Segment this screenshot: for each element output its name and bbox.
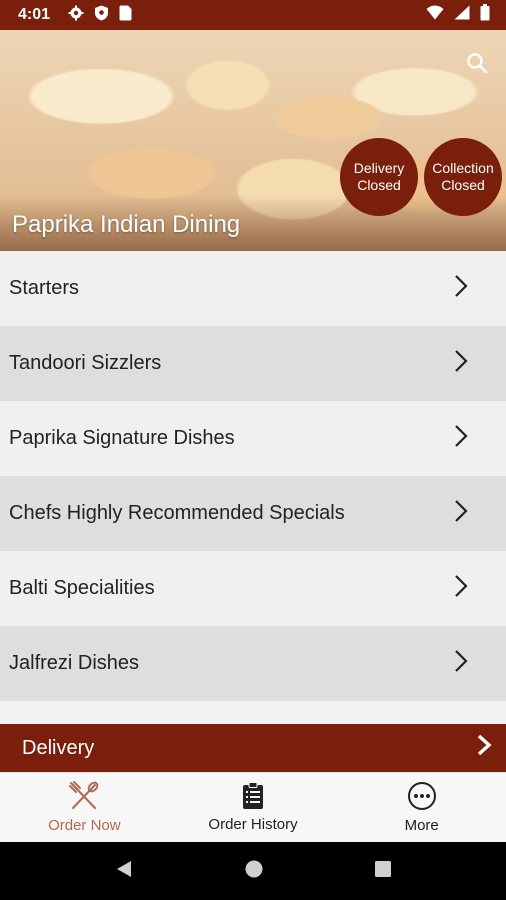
status-icons-left <box>68 5 132 26</box>
menu-category-signature-dishes[interactable]: Paprika Signature Dishes <box>0 401 506 476</box>
menu-category-label: Tandoori Sizzlers <box>9 352 162 374</box>
more-dots-icon <box>407 781 437 815</box>
chevron-right-icon <box>454 274 468 304</box>
badge-line: Collection <box>432 160 494 176</box>
status-bar: 4:01 <box>0 0 506 30</box>
delivery-mode-bar[interactable]: Delivery <box>0 724 506 772</box>
bottom-nav: Order Now Order History More <box>0 772 506 842</box>
menu-category-balti-specialities[interactable]: Balti Specialities <box>0 551 506 626</box>
back-icon[interactable] <box>114 859 134 884</box>
sim-card-icon <box>119 5 132 26</box>
status-icons-right <box>426 4 490 26</box>
badge-line: Delivery <box>353 160 405 176</box>
hero-banner: Paprika Indian Dining <box>0 30 506 251</box>
fork-knife-icon <box>69 781 99 815</box>
status-time: 4:01 <box>18 6 51 23</box>
menu-category-label: Paprika Signature Dishes <box>9 427 235 449</box>
menu-category-label: Starters <box>9 277 80 299</box>
badge-line: Closed <box>441 177 485 193</box>
nav-label: Order Now <box>48 817 121 834</box>
chevron-right-icon <box>454 424 468 454</box>
menu-category-list: Starters Tandoori Sizzlers Paprika Signa… <box>0 251 506 701</box>
collection-status-badge: Collection Closed <box>424 138 502 216</box>
restaurant-name: Paprika Indian Dining <box>12 211 241 238</box>
nav-order-history[interactable]: Order History <box>169 773 338 842</box>
home-icon[interactable] <box>244 859 264 884</box>
chevron-right-icon <box>476 733 492 763</box>
menu-category-label: Chefs Highly Recommended Specials <box>9 502 345 524</box>
delivery-status-badge: Delivery Closed <box>340 138 418 216</box>
gear-icon <box>68 5 84 26</box>
chevron-right-icon <box>454 649 468 679</box>
nav-label: Order History <box>208 816 298 833</box>
signal-icon <box>454 5 470 25</box>
nav-more[interactable]: More <box>337 773 506 842</box>
chevron-right-icon <box>454 349 468 379</box>
menu-category-tandoori-sizzlers[interactable]: Tandoori Sizzlers <box>0 326 506 401</box>
menu-category-label: Balti Specialities <box>9 577 155 599</box>
menu-category-label: Jalfrezi Dishes <box>9 652 140 674</box>
search-icon[interactable] <box>466 52 488 79</box>
menu-category-starters[interactable]: Starters <box>0 251 506 326</box>
clipboard-icon <box>242 782 264 814</box>
nav-label: More <box>404 817 439 834</box>
badge-line: Closed <box>357 177 401 193</box>
recents-icon[interactable] <box>374 860 392 883</box>
chevron-right-icon <box>454 499 468 529</box>
battery-icon <box>480 4 490 26</box>
wifi-icon <box>426 5 444 25</box>
delivery-mode-label: Delivery <box>22 736 95 759</box>
menu-category-jalfrezi-dishes[interactable]: Jalfrezi Dishes <box>0 626 506 701</box>
shield-icon <box>94 5 109 26</box>
menu-category-chefs-specials[interactable]: Chefs Highly Recommended Specials <box>0 476 506 551</box>
chevron-right-icon <box>454 574 468 604</box>
system-nav-bar <box>0 842 506 900</box>
nav-order-now[interactable]: Order Now <box>0 773 169 842</box>
